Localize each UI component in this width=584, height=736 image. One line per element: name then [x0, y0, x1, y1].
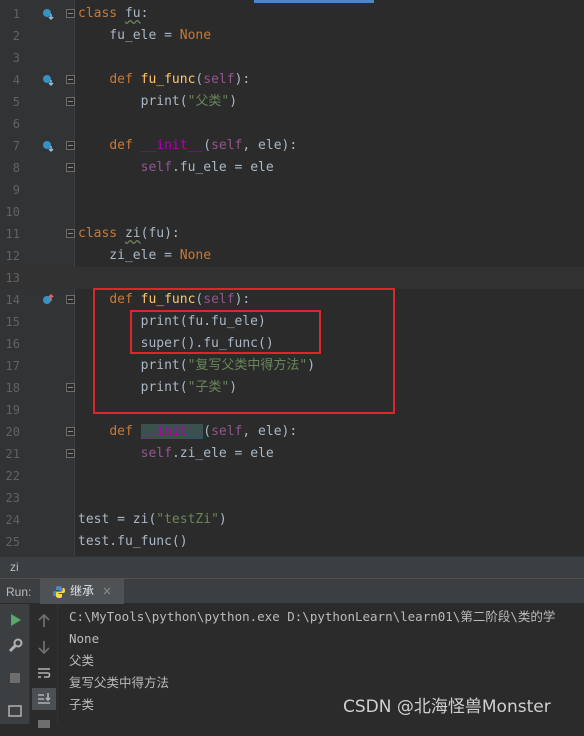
code-line-8[interactable]: 8 self.fu_ele = ele	[0, 157, 584, 179]
code-line-13-current[interactable]: 13	[0, 267, 584, 289]
code-line-1[interactable]: 1 class fu:	[0, 3, 584, 25]
code-line-3[interactable]: 3	[0, 47, 584, 69]
code-line-7[interactable]: 7 def __init__(self, ele):	[0, 135, 584, 157]
code-line-6[interactable]: 6	[0, 113, 584, 135]
code-line-12[interactable]: 12 zi_ele = None	[0, 245, 584, 267]
line-number: 6	[12, 117, 20, 131]
run-tab-label: 继承	[70, 584, 95, 598]
fold-toggle[interactable]	[66, 75, 75, 84]
line-number: 15	[5, 315, 20, 329]
line-number: 16	[5, 337, 20, 351]
print-icon[interactable]	[33, 714, 55, 736]
code-text: print("父类")	[140, 94, 238, 109]
code-editor[interactable]: 1 class fu: 2 fu_ele = None 3 4 def fu_f…	[0, 0, 584, 556]
run-toolbar: Run: 继承 ×	[0, 578, 584, 604]
line-number: 1	[12, 7, 20, 21]
stop-icon[interactable]	[4, 667, 26, 689]
line-number: 4	[12, 73, 20, 87]
line-number: 21	[5, 447, 20, 461]
fold-toggle[interactable]	[66, 295, 75, 304]
fold-toggle[interactable]	[66, 141, 75, 150]
code-line-4[interactable]: 4 def fu_func(self):	[0, 69, 584, 91]
code-text: def __init__(self, ele):	[109, 138, 298, 153]
rerun-icon[interactable]	[4, 609, 26, 631]
line-number: 9	[12, 183, 20, 197]
code-text: class zi(fu):	[78, 226, 180, 241]
fold-toggle[interactable]	[66, 9, 75, 18]
fold-toggle[interactable]	[66, 383, 75, 392]
line-number: 19	[5, 403, 20, 417]
run-left-toolbar	[0, 604, 30, 724]
run-output-toolbar	[30, 604, 58, 728]
code-line-23[interactable]: 23	[0, 487, 584, 509]
run-label: Run:	[6, 585, 32, 599]
line-number: 12	[5, 249, 20, 263]
layout-icon[interactable]	[4, 700, 26, 722]
run-tab[interactable]: 继承 ×	[40, 579, 124, 604]
code-line-21[interactable]: 21 self.zi_ele = ele	[0, 443, 584, 465]
console-line: 子类	[69, 697, 95, 712]
line-number: 11	[5, 227, 20, 241]
line-number: 2	[12, 29, 20, 43]
overridden-method-icon[interactable]	[42, 74, 54, 86]
code-line-24[interactable]: 24 test = zi("testZi")	[0, 509, 584, 531]
overridden-method-icon[interactable]	[42, 8, 54, 20]
code-line-9[interactable]: 9	[0, 179, 584, 201]
code-text: class fu:	[78, 6, 149, 21]
line-number: 3	[12, 51, 20, 65]
code-text: fu_ele = None	[78, 28, 212, 43]
code-text: def fu_func(self):	[109, 72, 251, 87]
code-text: test.fu_func()	[78, 534, 188, 549]
console-line: 父类	[69, 653, 95, 668]
line-number: 10	[5, 205, 20, 219]
line-number: 24	[5, 513, 20, 527]
code-line-10[interactable]: 10	[0, 201, 584, 223]
console-line: C:\MyTools\python\python.exe D:\pythonLe…	[69, 609, 556, 624]
code-line-20[interactable]: 20 def __init__(self, ele):	[0, 421, 584, 443]
code-line-2[interactable]: 2 fu_ele = None	[0, 25, 584, 47]
fold-toggle[interactable]	[66, 427, 75, 436]
code-line-5[interactable]: 5 print("父类")	[0, 91, 584, 113]
arrow-down-icon[interactable]	[33, 636, 55, 658]
wrench-icon[interactable]	[4, 635, 26, 657]
watermark: CSDN @北海怪兽Monster	[343, 697, 551, 717]
code-text: zi_ele = None	[78, 248, 212, 263]
python-icon	[53, 586, 65, 598]
parent-call-highlight-box	[130, 310, 321, 354]
console-line: None	[69, 631, 100, 646]
line-number: 18	[5, 381, 20, 395]
code-line-11[interactable]: 11 class zi(fu):	[0, 223, 584, 245]
line-number: 20	[5, 425, 20, 439]
code-text: def __init__(self, ele):	[109, 424, 298, 439]
fold-toggle[interactable]	[66, 97, 75, 106]
line-number: 23	[5, 491, 20, 505]
fold-toggle[interactable]	[66, 163, 75, 172]
line-number: 17	[5, 359, 20, 373]
line-number: 7	[12, 139, 20, 153]
line-number: 8	[12, 161, 20, 175]
line-number: 13	[5, 271, 20, 285]
overridden-method-icon[interactable]	[42, 140, 54, 152]
soft-wrap-icon[interactable]	[33, 662, 55, 684]
line-number: 25	[5, 535, 20, 549]
arrow-up-icon[interactable]	[33, 610, 55, 632]
console-line: 复写父类中得方法	[69, 675, 170, 690]
code-line-25[interactable]: 25 test.fu_func()	[0, 531, 584, 553]
fold-toggle[interactable]	[66, 229, 75, 238]
close-icon[interactable]: ×	[102, 579, 112, 604]
code-text: test = zi("testZi")	[78, 512, 227, 527]
code-line-22[interactable]: 22	[0, 465, 584, 487]
overriding-method-icon[interactable]	[42, 294, 54, 306]
scroll-to-end-icon[interactable]	[33, 688, 55, 710]
breadcrumb[interactable]: zi	[0, 556, 584, 578]
line-number: 22	[5, 469, 20, 483]
code-text: self.fu_ele = ele	[140, 160, 274, 175]
fold-toggle[interactable]	[66, 449, 75, 458]
breadcrumb-item[interactable]: zi	[10, 557, 19, 577]
line-number: 5	[12, 95, 20, 109]
code-text: self.zi_ele = ele	[140, 446, 274, 461]
line-number: 14	[5, 293, 20, 307]
